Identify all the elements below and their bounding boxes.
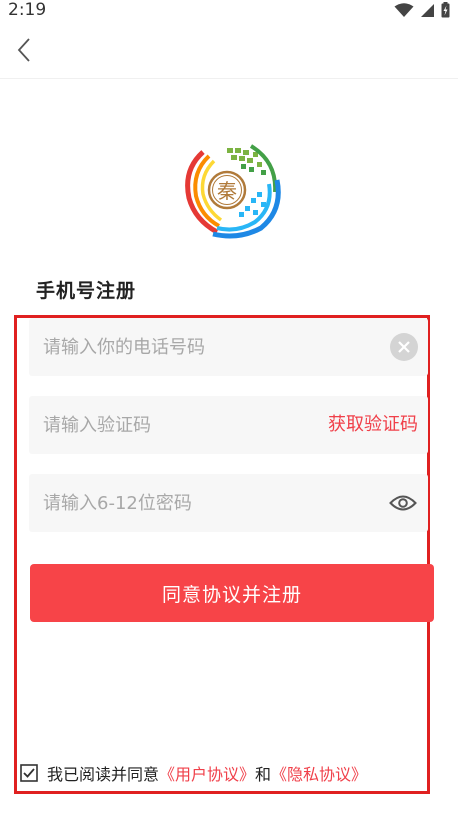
get-code-button[interactable]: 获取验证码 — [328, 396, 418, 454]
battery-charging-icon — [441, 2, 450, 18]
agreement-prefix: 我已阅读并同意 — [47, 765, 160, 784]
highlight-frame — [14, 315, 430, 794]
close-icon — [398, 341, 410, 353]
status-icons — [394, 2, 450, 18]
phone-input[interactable] — [43, 318, 363, 376]
agreement-conjunction: 和 — [255, 765, 272, 784]
chevron-left-icon — [17, 38, 30, 62]
wifi-icon — [394, 2, 414, 17]
svg-text:秦: 秦 — [217, 179, 237, 203]
phone-field — [29, 318, 428, 376]
back-button[interactable] — [10, 34, 38, 66]
user-agreement-link[interactable]: 《用户协议》 — [159, 761, 255, 785]
agreement-row: 我已阅读并同意 《用户协议》 和 《隐私协议》 — [20, 761, 367, 785]
status-bar: 2:19 — [0, 0, 458, 22]
verification-code-input[interactable] — [43, 396, 363, 454]
password-input[interactable] — [43, 474, 363, 532]
checkbox-checked-icon — [20, 764, 38, 782]
page-title: 手机号注册 — [36, 280, 137, 302]
status-time: 2:19 — [8, 0, 47, 20]
eye-icon — [389, 495, 417, 511]
verification-code-field: 获取验证码 — [29, 396, 428, 454]
toggle-password-visibility-button[interactable] — [388, 491, 418, 515]
register-screen: 2:19 秦 手机号注册 请输入你的电话号码 请输入验证码 获取验证码 同意协议… — [0, 0, 458, 820]
signal-icon — [421, 3, 434, 17]
app-logo: 秦 — [185, 144, 281, 239]
agree-and-register-button[interactable]: 同意协议并注册 — [30, 564, 434, 622]
app-bar — [0, 22, 458, 79]
agreement-checkbox[interactable] — [20, 764, 38, 782]
clear-button[interactable] — [390, 333, 418, 361]
password-field — [29, 474, 428, 532]
privacy-policy-link[interactable]: 《隐私协议》 — [271, 761, 367, 785]
